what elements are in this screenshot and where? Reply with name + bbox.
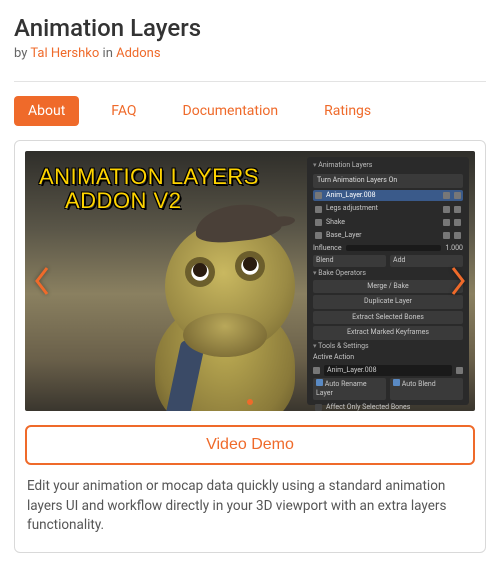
carousel-prev[interactable] [27,256,57,306]
tab-faq[interactable]: FAQ [97,96,150,126]
bake-op: Merge / Bake [313,280,463,293]
auto-rename: Auto Rename Layer [316,380,367,397]
author-link[interactable]: Tal Hershko [30,46,99,61]
hero-carousel: ANIMATION LAYERS ADDON V2 Animation Laye… [25,151,475,411]
panel-toggle: Turn Animation Layers On [313,174,463,187]
carousel-dots [247,399,253,405]
page-title: Animation Layers [14,14,486,42]
layer-row: Legs adjustment [313,203,463,214]
byline-prefix: by [14,46,30,61]
layer-row: Shake [313,217,463,228]
active-action-label: Active Action [313,353,463,362]
tools-section: Tools & Settings [313,342,463,351]
tab-ratings[interactable]: Ratings [310,96,385,126]
carousel-next[interactable] [443,256,473,306]
tab-documentation[interactable]: Documentation [169,96,293,126]
chevron-left-icon [33,264,51,298]
influence-field: Influence 1.000 [313,244,463,253]
blend-row: BlendAdd [313,255,463,266]
product-description: Edit your animation or mocap data quickl… [25,477,475,536]
hero-overlay-line1: ANIMATION LAYERS [39,165,259,189]
affect-only-row: Affect Only Selected Bones [313,402,463,411]
byline-sep: in [99,46,116,61]
layer-name: Anim_Layer.008 [326,191,376,200]
layer-name: Base_Layer [326,231,362,240]
auto-row: Auto Rename Layer Auto Blend [313,378,463,400]
bake-op: Extract Marked Keyframes [313,326,463,339]
hero-overlay-title: ANIMATION LAYERS ADDON V2 [39,165,259,213]
tabs: About FAQ Documentation Ratings [14,96,486,126]
bake-op: Extract Selected Bones [313,311,463,324]
blend-label: Blend [313,255,386,266]
layer-name: Legs adjustment [326,204,378,213]
active-action-value: Anim_Layer.008 [324,365,452,376]
panel-header: Animation Layers [313,161,463,170]
influence-label: Influence [313,244,342,253]
layer-row: Base_Layer [313,230,463,241]
hero-character [125,191,325,411]
layer-name: Shake [326,218,345,227]
video-demo-button[interactable]: Video Demo [25,425,475,465]
auto-blend: Auto Blend [402,380,436,388]
affect-only: Affect Only Selected Bones [326,403,410,411]
tab-about[interactable]: About [14,96,79,126]
divider [14,81,486,82]
bake-op: Duplicate Layer [313,295,463,308]
content-card: ANIMATION LAYERS ADDON V2 Animation Laye… [14,140,486,553]
carousel-dot[interactable] [247,399,253,405]
byline: by Tal Hershko in Addons [14,46,486,61]
influence-value: 1.000 [445,244,463,253]
bake-section: Bake Operators [313,269,463,278]
active-action-field: Anim_Layer.008 [313,365,463,376]
category-link[interactable]: Addons [116,46,160,61]
hero-overlay-line2: ADDON V2 [39,189,259,213]
influence-slider [346,245,442,251]
chevron-right-icon [449,264,467,298]
layer-row: Anim_Layer.008 [313,190,463,201]
